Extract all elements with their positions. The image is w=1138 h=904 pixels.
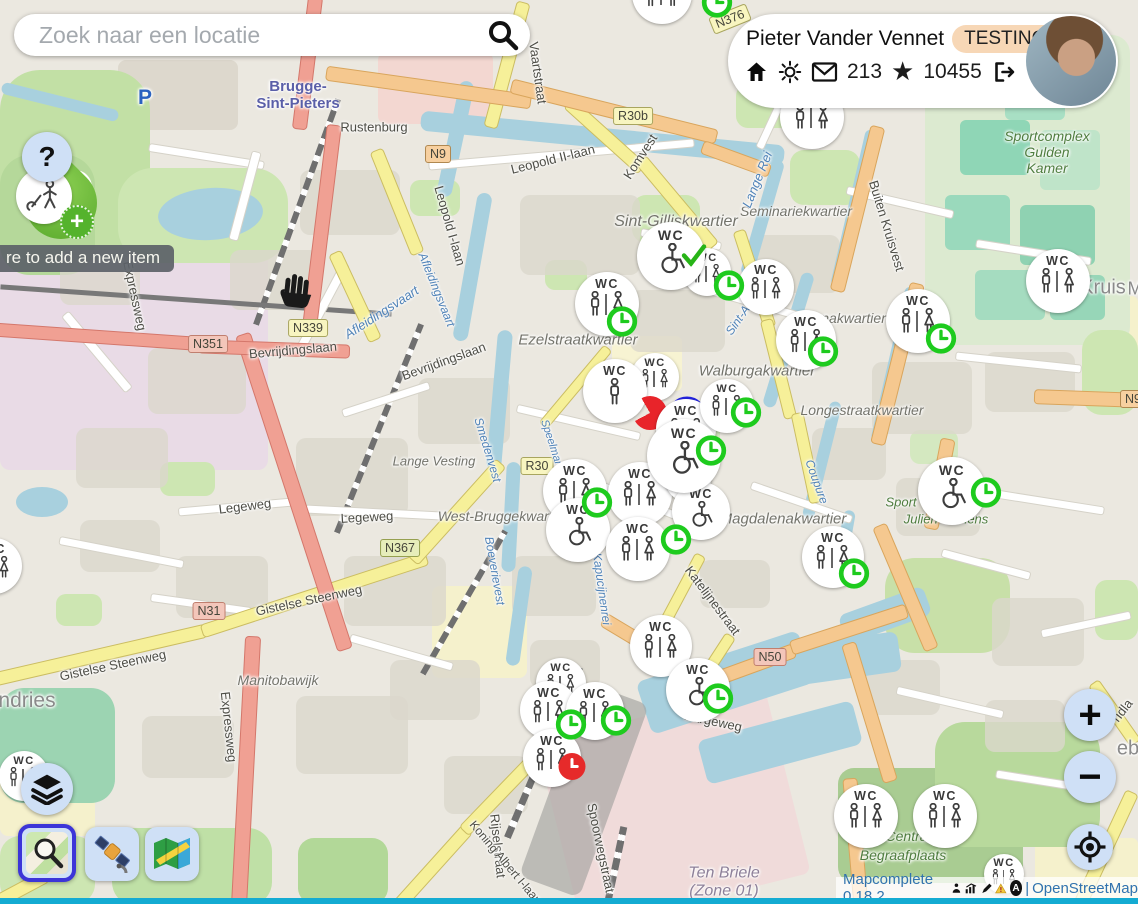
street <box>749 481 853 524</box>
opening-hours-open-icon <box>695 435 727 472</box>
stars-count[interactable]: 10455 <box>923 60 981 84</box>
map-marker-toilets-men-women[interactable]: WC <box>834 784 898 848</box>
route-shield: N9 <box>425 145 451 163</box>
opening-hours-open-icon <box>660 524 692 561</box>
residential-blocks <box>520 195 640 275</box>
satellite-icon <box>91 833 133 875</box>
opening-hours-open-icon <box>970 477 1002 514</box>
opening-hours-open-icon <box>925 323 957 360</box>
map-marker-toilets-men-women[interactable]: WC <box>632 0 692 24</box>
green-area <box>298 838 388 904</box>
zoom-out-button[interactable]: − <box>1064 751 1116 803</box>
mapcomplete-app: N9N9R30bN376N339N351N367N31N50R30Brugge-… <box>0 0 1138 904</box>
edit-pencil-icon[interactable] <box>981 881 993 896</box>
opening-hours-open-icon <box>555 709 587 746</box>
route-shield: N351 <box>188 335 228 353</box>
street <box>995 489 1105 515</box>
warning-icon[interactable] <box>995 881 1007 896</box>
street <box>178 496 305 516</box>
home-icon[interactable] <box>744 60 769 84</box>
opening-hours-open-icon <box>730 397 762 434</box>
avatar[interactable] <box>1026 16 1116 106</box>
opening-hours-open-icon <box>600 705 632 742</box>
statistics-icon[interactable] <box>965 881 977 896</box>
zoom-out-label: − <box>1078 757 1101 797</box>
magnifier-icon <box>26 832 68 874</box>
route-shield: N367 <box>380 539 420 557</box>
star-icon: ★ <box>891 62 914 82</box>
osm-attribution-link[interactable]: OpenStreetMap <box>1032 880 1138 897</box>
zoom-in-button[interactable]: + <box>1064 689 1116 741</box>
attribution-divider: | <box>1025 880 1029 897</box>
route-shield: R30b <box>613 107 653 125</box>
mail-icon[interactable] <box>811 62 838 82</box>
secondary-road <box>328 250 382 344</box>
background-map-button[interactable] <box>145 827 199 881</box>
user-panel: Pieter Vander Vennet TESTING 213 ★ 10455 <box>728 14 1118 108</box>
route-shield: N31 <box>193 602 226 620</box>
map-marker-toilets-men-women[interactable]: WC <box>0 538 22 594</box>
messages-count[interactable]: 213 <box>847 60 882 84</box>
map-marker-toilets-men-women[interactable]: WC <box>913 784 977 848</box>
opening-hours-closed-icon <box>557 752 587 787</box>
logout-icon[interactable] <box>991 60 1017 84</box>
search-input[interactable] <box>14 22 486 49</box>
background-current-map-button[interactable] <box>18 824 76 882</box>
map-marker-toilets-men-women[interactable]: WC <box>738 259 794 315</box>
opening-hours-open-icon <box>701 0 733 24</box>
geolocate-button[interactable] <box>1067 824 1113 870</box>
hand-cursor-icon <box>277 268 317 310</box>
geolocate-icon <box>1073 830 1107 864</box>
route-shield: N50 <box>754 648 787 666</box>
opening-hours-open-icon <box>702 683 734 720</box>
folded-map-icon <box>150 833 194 875</box>
background-satellite-button[interactable] <box>85 827 139 881</box>
verified-check-icon <box>681 245 707 272</box>
opening-hours-open-icon <box>581 487 613 524</box>
opening-hours-open-icon <box>807 336 839 373</box>
opening-hours-open-icon <box>838 558 870 595</box>
residential-blocks <box>700 560 770 608</box>
residential-blocks <box>76 428 168 488</box>
opening-hours-open-icon <box>606 306 638 343</box>
map-canvas[interactable]: N9N9R30bN376N339N351N367N31N50R30Brugge-… <box>0 0 1138 904</box>
user-name[interactable]: Pieter Vander Vennet <box>746 27 944 51</box>
map-label: Rijselstraat <box>486 813 508 879</box>
add-new-item-button[interactable]: + <box>60 205 94 239</box>
route-shield: N9 <box>1120 390 1138 408</box>
search-icon[interactable] <box>486 18 520 52</box>
attribution-bar: Mapcomplete 0.18.2 A | OpenStreetMap <box>836 877 1138 899</box>
map-label: Afleidingsvaart <box>415 251 457 329</box>
opening-hours-open-icon <box>713 270 745 307</box>
green-area <box>960 120 1030 175</box>
layers-button[interactable] <box>21 763 73 815</box>
green-area <box>160 462 215 496</box>
green-area <box>56 594 102 626</box>
residential-blocks <box>390 660 480 720</box>
pond <box>16 487 68 517</box>
zoom-in-label: + <box>1078 693 1101 737</box>
map-marker-toilets-men-women[interactable]: WC <box>1026 249 1090 313</box>
gear-icon[interactable] <box>778 60 802 84</box>
contributors-icon[interactable] <box>951 881 962 895</box>
license-icon[interactable]: A <box>1010 880 1022 896</box>
residential-blocks <box>142 716 234 778</box>
green-area <box>1040 130 1100 190</box>
search-bar <box>14 14 530 56</box>
green-area <box>1095 580 1138 640</box>
water <box>452 192 493 342</box>
secondary-road <box>0 624 208 686</box>
layers-icon <box>31 773 63 805</box>
add-item-tooltip: re to add a new item <box>0 245 174 272</box>
residential-blocks <box>148 348 246 414</box>
route-shield: N339 <box>288 319 328 337</box>
help-button[interactable]: ? <box>22 132 72 182</box>
secondary-road <box>391 824 473 904</box>
bottom-accent-bar <box>0 898 1138 904</box>
residential-blocks <box>630 290 725 352</box>
osm-map-thumbnail <box>26 832 68 874</box>
